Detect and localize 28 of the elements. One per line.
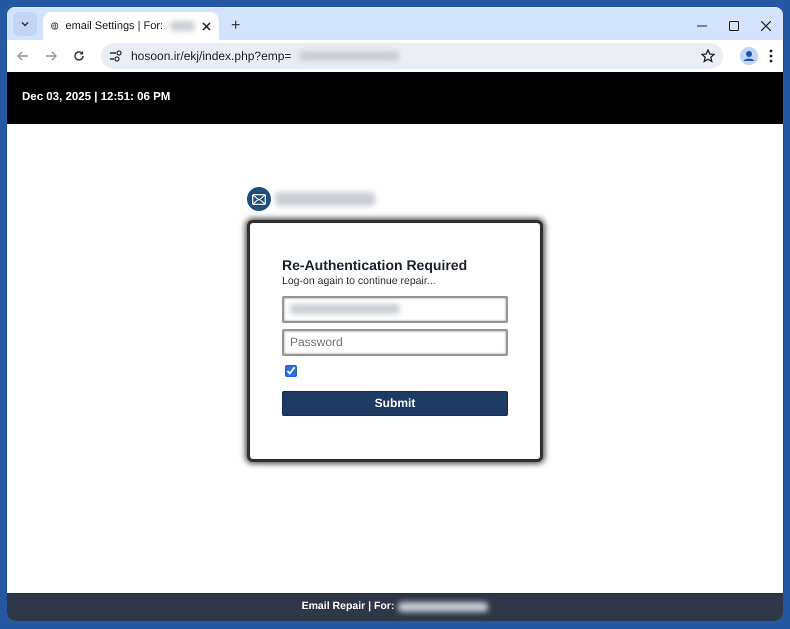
tab-title: email Settings | For: bbox=[65, 18, 164, 34]
back-icon[interactable] bbox=[17, 50, 29, 62]
close-tab-icon[interactable] bbox=[202, 22, 211, 30]
close-icon[interactable] bbox=[761, 21, 771, 31]
footer-text: Email Repair | For: bbox=[302, 599, 394, 614]
globe-icon bbox=[51, 20, 58, 32]
url-text: hosoon.ir/ekj/index.php?emp= bbox=[131, 48, 292, 65]
tab-list-button[interactable] bbox=[13, 12, 37, 36]
submit-button[interactable]: Submit bbox=[282, 390, 508, 416]
reload-icon[interactable] bbox=[73, 50, 85, 62]
profile-icon[interactable] bbox=[739, 46, 759, 66]
date-time-text: Dec 03, 2025 | 12:51: 06 PM bbox=[22, 90, 170, 106]
blurred-text bbox=[170, 21, 195, 31]
form-title: Re-Authentication Required bbox=[282, 257, 468, 274]
caret-icon bbox=[20, 19, 30, 29]
menu-icon[interactable] bbox=[769, 49, 773, 63]
new-tab-button[interactable]: + bbox=[225, 12, 246, 40]
forward-icon[interactable] bbox=[45, 50, 57, 62]
maximize-icon[interactable] bbox=[729, 21, 739, 31]
site-settings-icon[interactable] bbox=[109, 50, 123, 62]
address-bar[interactable]: hosoon.ir/ekj/index.php?emp= bbox=[101, 43, 723, 69]
email-field[interactable] bbox=[282, 296, 508, 323]
password-field[interactable]: Password bbox=[282, 328, 508, 356]
star-icon[interactable] bbox=[701, 49, 715, 63]
checkbox[interactable] bbox=[285, 364, 297, 377]
form-subtitle: Log-on again to continue repair... bbox=[282, 274, 437, 289]
mail-icon bbox=[247, 187, 271, 211]
browser-tab[interactable]: email Settings | For: bbox=[43, 12, 219, 40]
